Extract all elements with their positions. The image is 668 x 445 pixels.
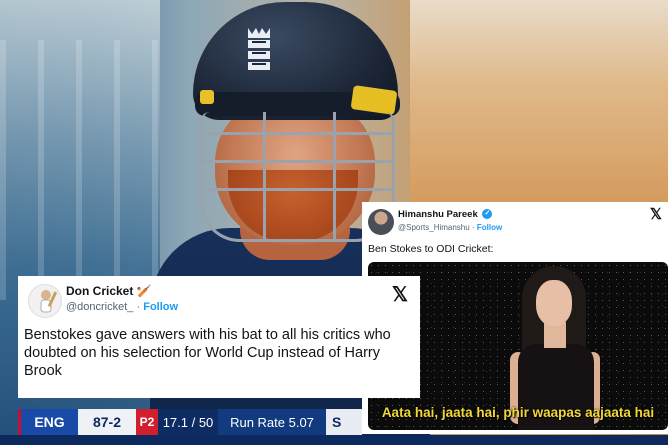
handle-text: @doncricket_ xyxy=(66,301,134,313)
separator-dot: · xyxy=(471,223,475,232)
grille-bar xyxy=(203,132,392,135)
scoreboard: ENG 87-2 P2 17.1 / 50 Run Rate 5.07 S xyxy=(18,409,362,435)
avatar[interactable] xyxy=(28,284,62,318)
overs: 17.1 / 50 xyxy=(158,409,218,435)
verified-badge-icon: ✓ xyxy=(482,209,493,220)
run-rate: Run Rate 5.07 xyxy=(218,409,326,435)
stadium-blur-right xyxy=(410,0,668,210)
team-name: ENG xyxy=(18,409,78,435)
avatar[interactable] xyxy=(368,209,394,235)
tweet-card-doncricket[interactable]: Don Cricket 🏏 @doncricket_ · Follow 𝕏 Be… xyxy=(18,276,420,398)
follow-button[interactable]: Follow xyxy=(143,301,178,313)
powerplay-badge: P2 xyxy=(136,409,158,435)
tweet-author-name[interactable]: Don Cricket 🏏 xyxy=(66,284,152,298)
author-name-text: Himanshu Pareek xyxy=(398,209,478,220)
tweet-text: Benstokes gave answers with his bat to a… xyxy=(24,327,391,379)
tweet-author-handle: @doncricket_ · Follow xyxy=(66,301,178,313)
x-logo-icon[interactable]: 𝕏 xyxy=(650,205,662,223)
follow-button[interactable]: Follow xyxy=(477,223,502,232)
grille-bar xyxy=(203,188,392,191)
author-name-text: Don Cricket xyxy=(66,284,134,298)
grille-bar xyxy=(263,112,266,239)
media-person xyxy=(508,266,608,430)
handle-text: @Sports_Himanshu xyxy=(398,223,470,232)
bat-emoji-icon: 🏏 xyxy=(136,284,152,298)
grille-bar xyxy=(203,160,392,163)
tweet-text: Ben Stokes to ODI Cricket: xyxy=(368,243,494,255)
media-caption: Aata hai, jaata hai, phir waapas aajaata… xyxy=(381,405,655,420)
person-face xyxy=(536,280,572,326)
stadium-structure xyxy=(0,40,170,300)
tweet-author-handle: @Sports_Himanshu · Follow xyxy=(398,223,502,232)
team-score: 87-2 xyxy=(78,409,136,435)
tweet-author-name[interactable]: Himanshu Pareek ✓ xyxy=(398,209,493,220)
avatar-figure-icon xyxy=(40,290,57,313)
broadcast-strip xyxy=(0,435,668,445)
separator-dot: · xyxy=(136,301,141,313)
x-logo-icon[interactable]: 𝕏 xyxy=(392,282,408,307)
helmet-clip-left xyxy=(200,90,214,104)
england-crest-icon xyxy=(248,28,270,70)
scoreboard-extra: S xyxy=(326,409,362,435)
grille-bar xyxy=(333,112,336,239)
